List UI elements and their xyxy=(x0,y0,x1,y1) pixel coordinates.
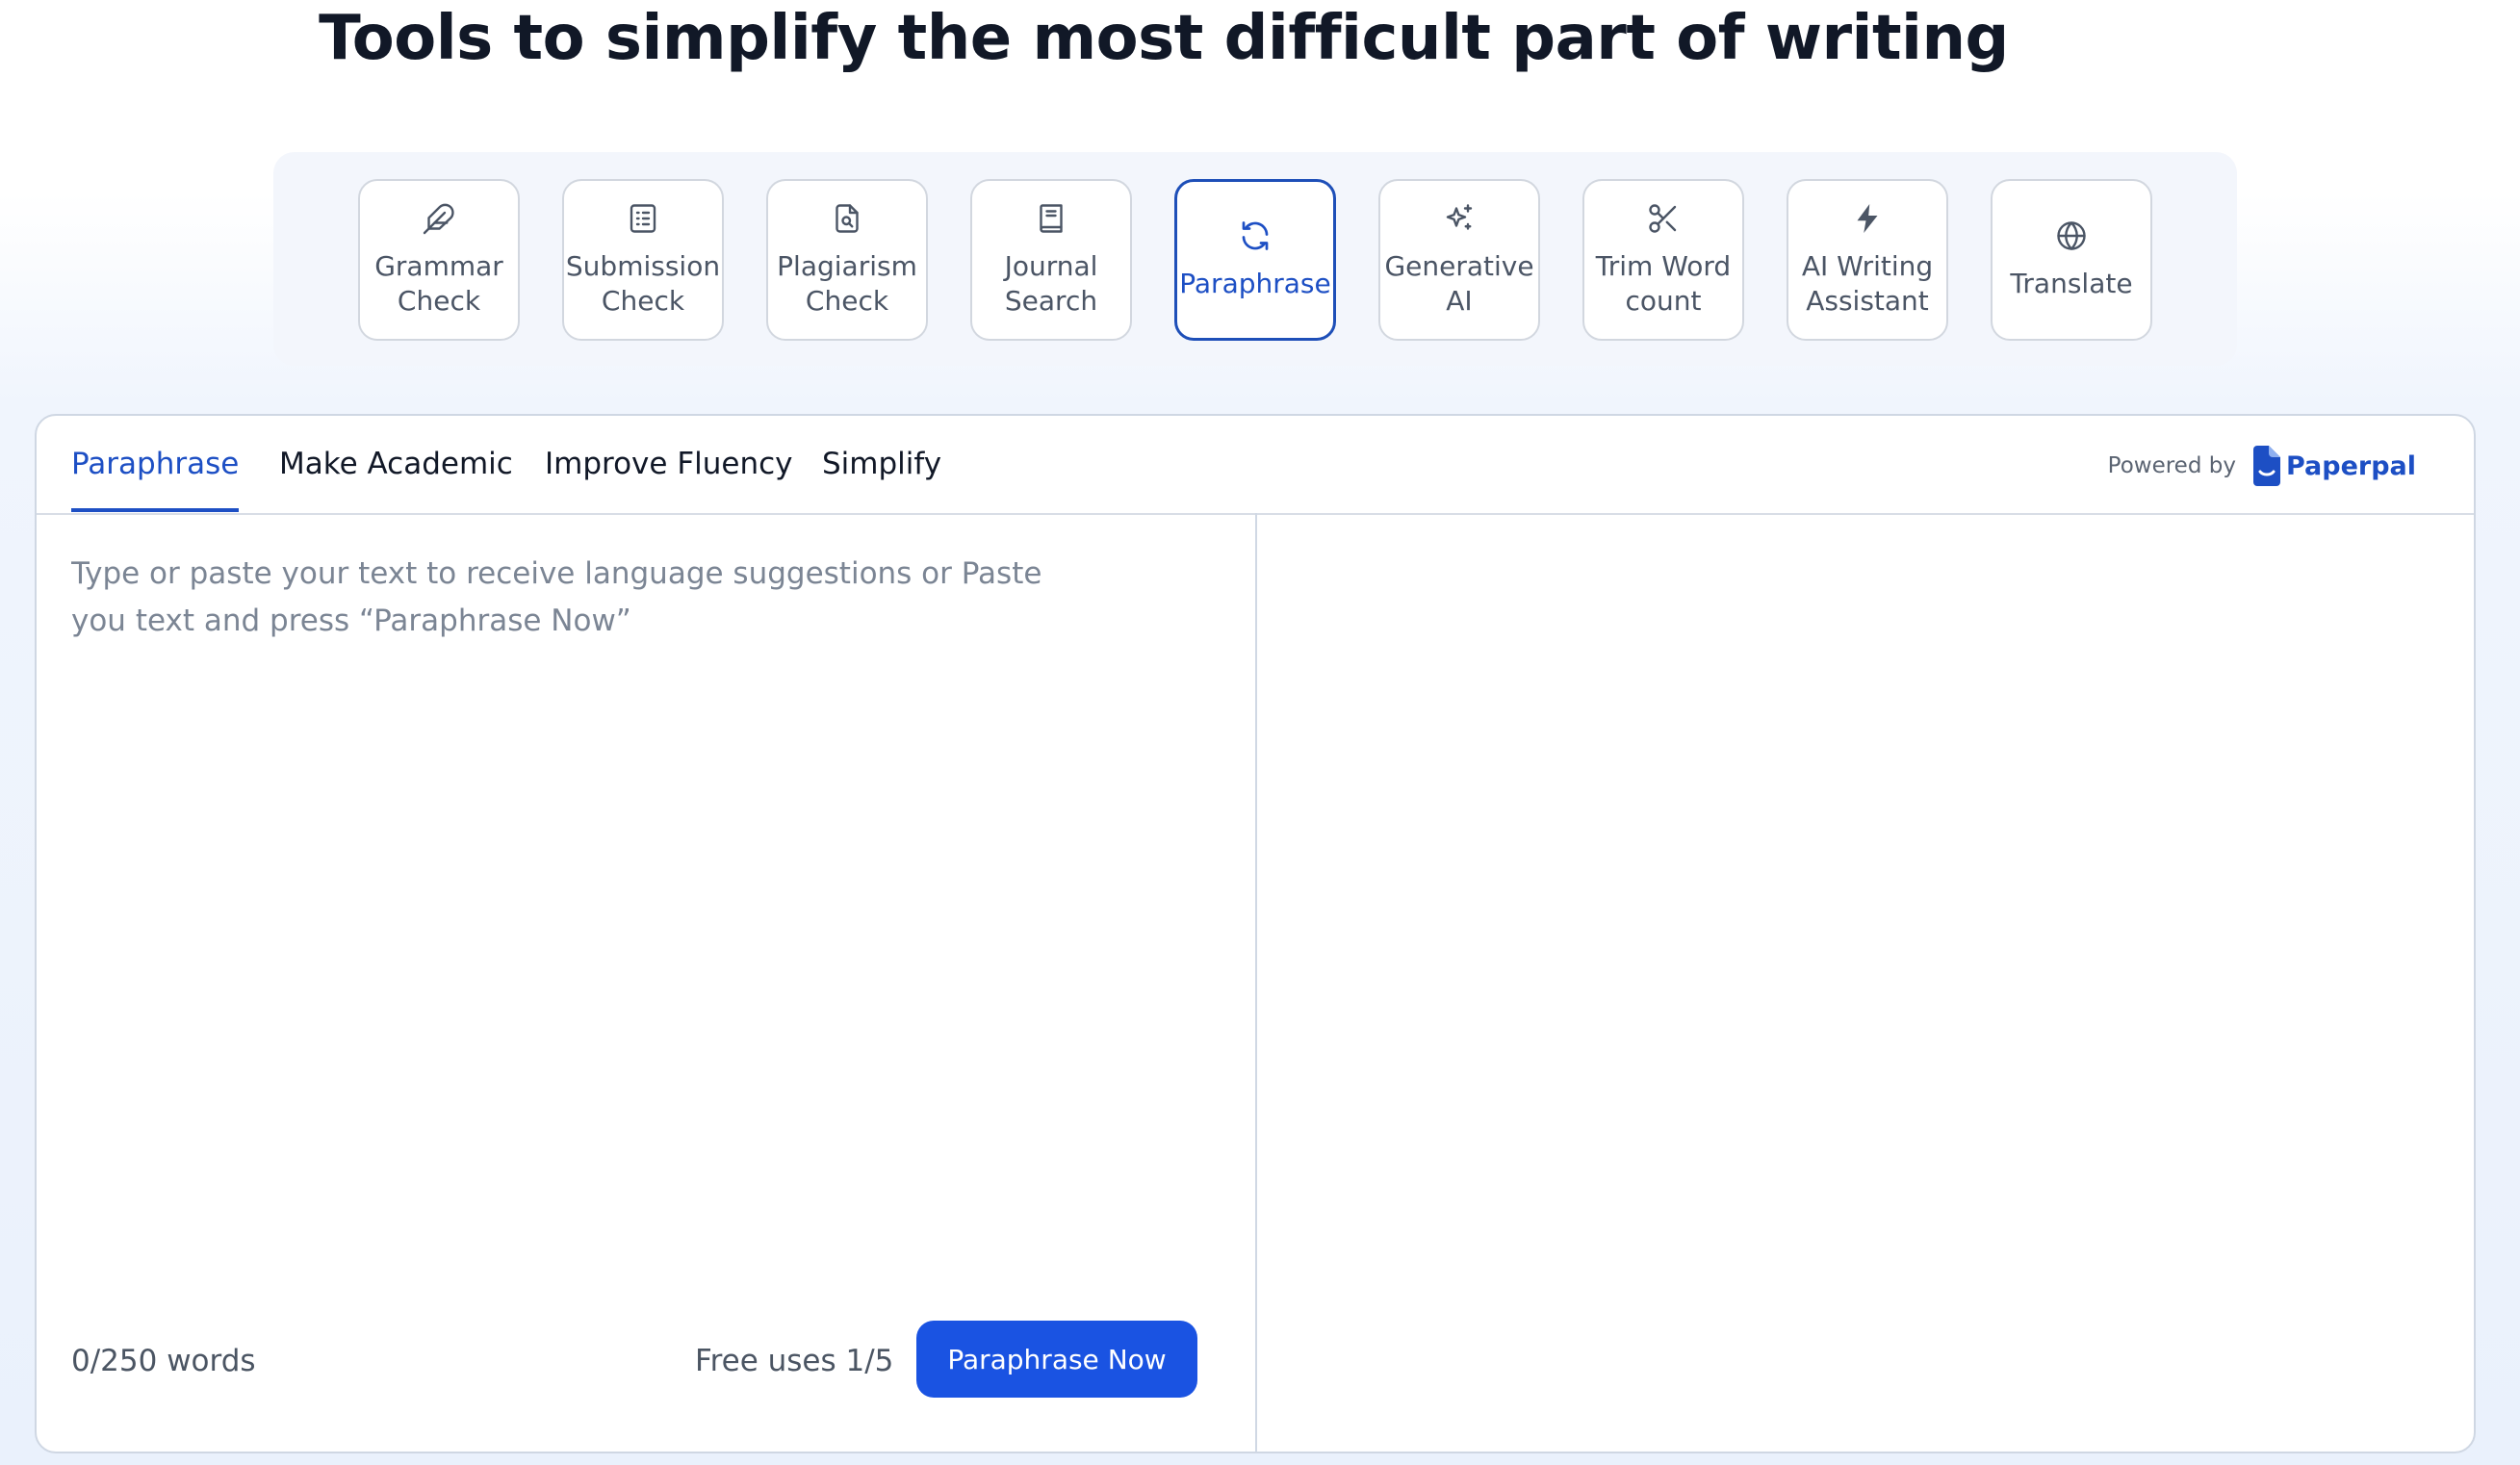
tool-label: Paraphrase xyxy=(1179,268,1331,299)
tool-submission-check[interactable]: Submission Check xyxy=(562,179,724,341)
tab-paraphrase[interactable]: Paraphrase xyxy=(71,447,240,512)
paraphrase-panel: Paraphrase Make Academic Improve Fluency… xyxy=(35,414,2476,1453)
tool-label: Generative AI xyxy=(1384,250,1534,317)
tool-label: Grammar Check xyxy=(374,250,503,317)
tool-label: AI Writing Assistant xyxy=(1801,250,1934,317)
document-search-icon xyxy=(836,204,859,233)
paperpal-brand[interactable]: Paperpal xyxy=(2251,446,2416,486)
input-text-area[interactable] xyxy=(71,551,1207,1147)
tab-make-academic[interactable]: Make Academic xyxy=(279,447,513,512)
tool-ai-writing-assistant[interactable]: AI Writing Assistant xyxy=(1787,179,1948,341)
word-count: 0/250 words xyxy=(71,1344,256,1378)
tool-generative-ai[interactable]: Generative AI xyxy=(1378,179,1540,341)
lightning-icon xyxy=(1857,204,1878,233)
tool-label: Journal Search xyxy=(1004,250,1098,317)
paraphrase-now-button[interactable]: Paraphrase Now xyxy=(916,1321,1197,1398)
feather-pen-icon xyxy=(423,203,454,235)
checklist-icon xyxy=(630,204,656,233)
editor-tab-bar: Paraphrase Make Academic Improve Fluency… xyxy=(37,416,2474,515)
tab-simplify[interactable]: Simplify xyxy=(822,447,941,512)
powered-by-label: Powered by xyxy=(2107,453,2236,478)
tool-grammar-check[interactable]: Grammar Check xyxy=(358,179,520,341)
refresh-icon xyxy=(1242,221,1269,250)
tools-strip: Grammar Check Submission Check Plagiaris… xyxy=(273,152,2237,366)
tool-label: Plagiarism Check xyxy=(777,250,917,317)
sparkles-icon xyxy=(1446,204,1473,230)
paperpal-logo-icon xyxy=(2252,446,2280,486)
paperpal-brand-name: Paperpal xyxy=(2285,450,2416,481)
globe-icon xyxy=(2057,221,2086,250)
free-uses-counter: Free uses 1/5 xyxy=(695,1344,894,1378)
tool-paraphrase[interactable]: Paraphrase xyxy=(1174,179,1336,341)
tab-improve-fluency[interactable]: Improve Fluency xyxy=(545,447,793,512)
scissors-icon xyxy=(1649,204,1677,233)
page-headline: Tools to simplify the most difficult par… xyxy=(319,3,2009,74)
tool-journal-search[interactable]: Journal Search xyxy=(970,179,1132,341)
book-icon xyxy=(1040,204,1063,233)
tool-translate[interactable]: Translate xyxy=(1991,179,2152,341)
tool-trim-word-count[interactable]: Trim Word count xyxy=(1582,179,1744,341)
tool-label: Trim Word count xyxy=(1595,250,1732,317)
tool-label: Submission Check xyxy=(565,250,721,317)
tool-label: Translate xyxy=(2010,268,2133,299)
powered-by: Powered by Paperpal xyxy=(2108,445,2416,487)
tool-plagiarism-check[interactable]: Plagiarism Check xyxy=(766,179,928,341)
output-pane xyxy=(1257,513,2474,1452)
